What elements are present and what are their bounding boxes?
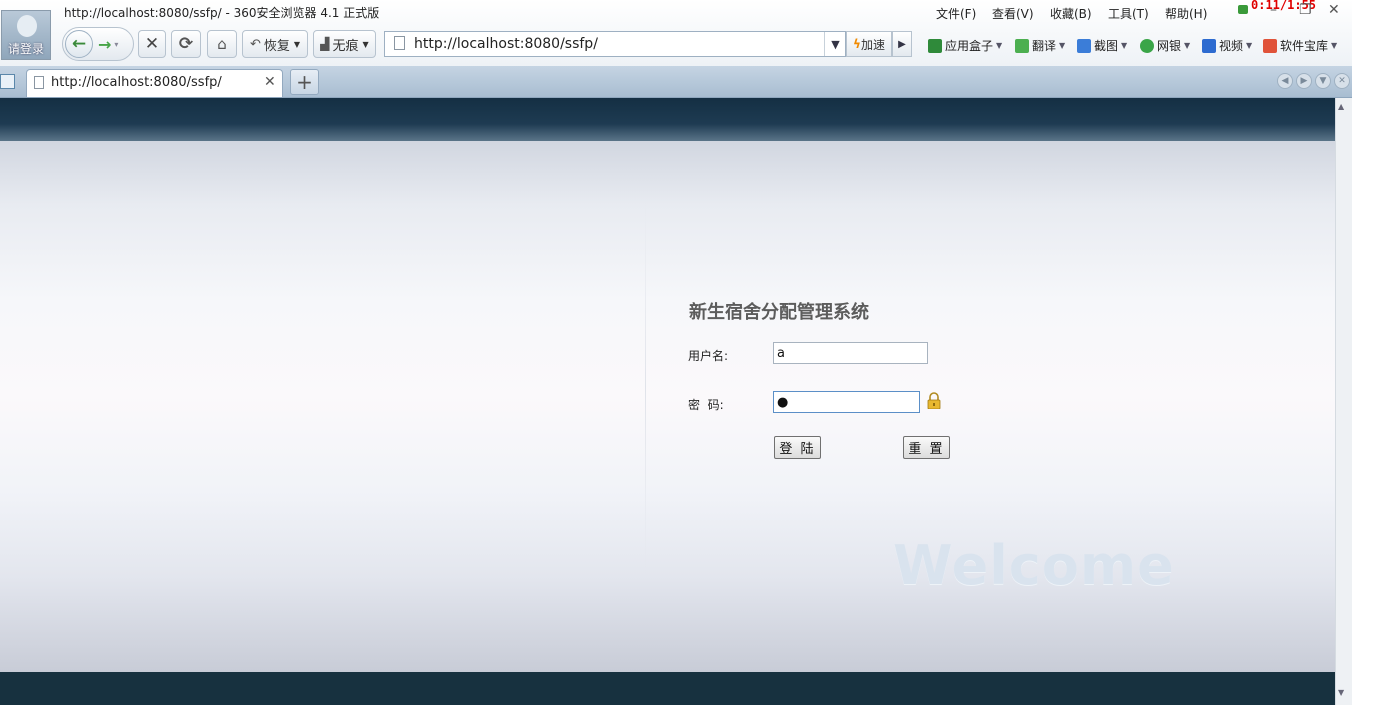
plus-icon: +: [296, 70, 313, 94]
login-button[interactable]: 登 陆: [774, 436, 821, 459]
reset-button[interactable]: 重 置: [903, 436, 950, 459]
minimize-icon[interactable]: –: [1270, 2, 1277, 18]
new-tab-button[interactable]: +: [290, 69, 319, 95]
menu-view[interactable]: 查看(V): [992, 5, 1034, 22]
close-all-tabs-icon[interactable]: ✕: [1334, 73, 1350, 89]
page-header-bar: [0, 98, 1335, 141]
tool-label: 视频: [1219, 39, 1244, 53]
restore-label: 恢复: [263, 38, 290, 54]
tab-scroll-left-icon[interactable]: ◀: [1277, 73, 1293, 89]
bank-icon: [1140, 38, 1154, 53]
tool-label: 软件宝库: [1280, 39, 1329, 53]
speed-label: 加速: [860, 37, 885, 52]
refresh-button[interactable]: ⟳: [171, 30, 201, 58]
incognito-button[interactable]: ▟ 无痕 ▼: [313, 30, 376, 58]
tab-scroll-right-icon[interactable]: ▶: [1296, 73, 1312, 89]
scroll-up-icon[interactable]: ▲: [1338, 102, 1344, 111]
tool-label: 翻译: [1032, 39, 1057, 53]
chevron-down-icon: ▼: [362, 39, 369, 49]
lock-icon: [927, 392, 941, 409]
tab-list-icon[interactable]: ▼: [1315, 73, 1331, 89]
app-box-icon: [928, 38, 942, 53]
page-footer-bar: [0, 672, 1335, 705]
sidebar-toggle-icon[interactable]: [0, 74, 15, 89]
address-dropdown-button[interactable]: ▼: [824, 32, 846, 56]
play-icon: ▶: [898, 38, 906, 50]
tool-translate[interactable]: 翻译 ▼: [1015, 37, 1065, 54]
chevron-down-icon: ▼: [831, 37, 840, 51]
vertical-scrollbar[interactable]: [1335, 98, 1352, 705]
go-button[interactable]: ▶: [892, 31, 912, 57]
forward-button[interactable]: → ▾: [98, 32, 130, 56]
restore-button[interactable]: ↶ 恢复 ▼: [242, 30, 308, 58]
chevron-down-icon: ▼: [996, 41, 1003, 50]
video-icon: [1202, 38, 1216, 53]
chevron-down-icon: ▼: [1184, 41, 1191, 50]
login-prompt[interactable]: 请登录: [2, 40, 50, 57]
software-icon: [1263, 38, 1277, 53]
tab-label[interactable]: http://localhost:8080/ssfp/: [51, 75, 222, 90]
undo-icon: ↶: [249, 36, 261, 52]
password-label: 密 码:: [688, 398, 724, 412]
back-button[interactable]: ←: [65, 30, 93, 58]
tool-label: 应用盒子: [945, 39, 994, 53]
screenshot-icon: [1077, 38, 1091, 53]
scroll-down-icon[interactable]: ▼: [1338, 688, 1344, 697]
lightning-icon: ϟ: [853, 37, 861, 51]
tool-video[interactable]: 视频 ▼: [1202, 37, 1252, 54]
username-label: 用户名:: [688, 349, 729, 363]
back-arrow-icon: ←: [71, 34, 87, 54]
translate-icon: [1015, 38, 1029, 53]
user-avatar[interactable]: 请登录: [1, 10, 51, 60]
avatar-head-icon: [17, 15, 37, 37]
address-input[interactable]: http://localhost:8080/ssfp/: [414, 36, 598, 52]
menu-favorites[interactable]: 收藏(B): [1050, 5, 1092, 22]
menu-help[interactable]: 帮助(H): [1165, 5, 1207, 22]
welcome-watermark: Welcome: [893, 534, 1175, 597]
speed-up-button[interactable]: ϟ 加速: [846, 31, 892, 57]
home-icon: ⌂: [217, 35, 227, 53]
page-divider: [645, 198, 646, 578]
forward-arrow-icon: →: [98, 34, 112, 54]
menu-file[interactable]: 文件(F): [936, 5, 976, 22]
chevron-down-icon: ▼: [1121, 41, 1128, 50]
refresh-icon: ⟳: [178, 34, 194, 54]
close-window-icon[interactable]: ✕: [1328, 2, 1340, 18]
window-edge: [1352, 0, 1383, 705]
system-title: 新生宿舍分配管理系统: [689, 302, 869, 323]
stop-button[interactable]: ✕: [138, 30, 166, 58]
chevron-down-icon: ▾: [114, 39, 119, 49]
tool-app-box[interactable]: 应用盒子 ▼: [928, 37, 1002, 54]
chevron-down-icon: ▼: [293, 39, 301, 49]
incognito-icon: ▟: [320, 37, 330, 51]
restore-window-icon[interactable]: ❐: [1299, 2, 1312, 18]
tool-software[interactable]: 软件宝库 ▼: [1263, 37, 1337, 54]
chevron-down-icon: ▼: [1331, 41, 1338, 50]
window-title: http://localhost:8080/ssfp/ - 360安全浏览器 4…: [64, 6, 380, 20]
tab-close-icon[interactable]: ✕: [264, 74, 276, 90]
tool-screenshot[interactable]: 截图 ▼: [1077, 37, 1127, 54]
home-button[interactable]: ⌂: [207, 30, 237, 58]
chevron-down-icon: ▼: [1246, 41, 1253, 50]
skin-icon[interactable]: [1238, 5, 1248, 14]
password-input[interactable]: [773, 391, 920, 413]
stop-icon: ✕: [144, 34, 160, 54]
page-icon: [34, 76, 44, 89]
tool-label: 网银: [1157, 39, 1182, 53]
chevron-down-icon: ▼: [1059, 41, 1066, 50]
tool-bank[interactable]: 网银 ▼: [1140, 37, 1190, 54]
username-input[interactable]: [773, 342, 928, 364]
menu-tools[interactable]: 工具(T): [1108, 5, 1149, 22]
incognito-label: 无痕: [332, 38, 359, 54]
tool-label: 截图: [1094, 39, 1119, 53]
page-icon: [394, 36, 405, 50]
page-viewport: 新生宿舍分配管理系统 用户名: 密 码: 登 陆 重 置 Welcome: [0, 98, 1335, 705]
